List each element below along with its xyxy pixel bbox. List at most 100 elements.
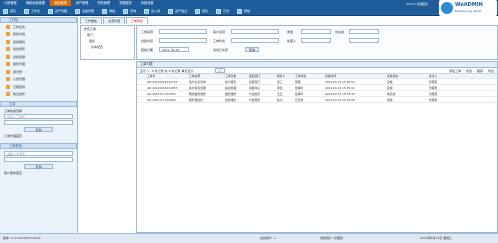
column-header[interactable]: 工单号 (147, 74, 155, 79)
table-cell: 王五 (277, 92, 283, 96)
priority-input[interactable] (349, 29, 379, 34)
search-button[interactable]: 查询 (245, 47, 259, 52)
grid-action-button[interactable]: 导出 (488, 69, 494, 73)
top-nav-item[interactable]: 网络运维管理 (22, 0, 49, 6)
tab-2[interactable]: 工单列表 (126, 17, 149, 24)
sidebar-item[interactable]: 通讯录 (0, 68, 77, 76)
page-input[interactable]: 1 / 1 (215, 68, 225, 77)
ticket-number-input[interactable]: 请输入工单号 (4, 114, 73, 119)
toolbar-button[interactable]: 资产盘点 (165, 8, 190, 15)
extra-input[interactable] (349, 38, 379, 43)
toolbar-label: 资产管理 (55, 9, 68, 13)
column-header[interactable]: 完成状态 (387, 74, 398, 79)
column-header[interactable]: 联系人 (277, 74, 285, 79)
toolbar-label: 报表 (202, 9, 209, 13)
ticket-home-link[interactable]: 工单管理首页 (4, 134, 73, 138)
top-nav-item[interactable]: 资产管理 (72, 0, 93, 6)
service-home-link[interactable]: 客户服务首页 (4, 171, 73, 175)
top-nav-item[interactable]: 运营管理 (49, 0, 71, 6)
handler-input[interactable] (301, 38, 331, 43)
grid-body: 工单号 工单名称 工单分类 发起部门 联系人 工单状态 创建时间 完成状态 提交人 GD.2011… (137, 74, 497, 204)
table-cell: 投诉处理 (225, 86, 237, 90)
ticket-number-input-2[interactable] (4, 120, 73, 125)
sidebar-item[interactable]: 资料管理 (0, 53, 77, 61)
toolbar-button[interactable]: 工作台 (21, 8, 43, 15)
toolbar-button[interactable]: 设备管理 (72, 8, 97, 15)
tab-0[interactable]: 工作面板 (80, 17, 103, 24)
start-date-input[interactable]: 2011-05-16 (159, 47, 189, 52)
toolbar-icon (144, 8, 150, 14)
keyword-input[interactable]: 请输入关键字 (4, 151, 73, 156)
ticket-name-input[interactable] (159, 29, 207, 34)
toolbar-button[interactable]: 网络 (99, 8, 118, 15)
sidebar-item[interactable]: 信息发布 (0, 91, 77, 99)
status-select[interactable] (231, 38, 279, 43)
left-sidebar: 工作区 工作任务 我的文档 我的审批 我的通知 资料管理 邮件管理 通讯录 公告管理 日程安排信… (0, 17, 78, 233)
table-cell: 管理员 (429, 98, 438, 102)
table-cell: 客户信息查询 (189, 80, 206, 84)
table-cell: 2014-04-15 15:32:54 (325, 80, 355, 84)
toolbar-button[interactable]: 报表 (192, 8, 211, 15)
sidebar-item[interactable]: 我的通知 (0, 46, 77, 54)
menu-icon (6, 54, 10, 59)
toolbar-icon (123, 8, 129, 14)
column-header[interactable]: 创建时间 (325, 74, 336, 79)
column-header[interactable]: 工单分类 (225, 74, 236, 79)
version-text: 版本: 2.0.0.20200714193 (3, 236, 41, 240)
table-row[interactable]: GD.2015-01-07DS22 服务器巡检 巡检维护 IT运维部 赵六 已完成 2014… (137, 98, 497, 103)
sidebar-item[interactable]: 公告管理 (0, 76, 77, 84)
grid-action-button[interactable]: 修改 (466, 69, 472, 73)
table-cell: 赵六 (277, 98, 283, 102)
toolbar-button[interactable]: 出入库 (141, 8, 163, 15)
top-nav-item[interactable]: 计划管理 (0, 0, 21, 6)
sidebar-item[interactable]: 邮件管理 (0, 61, 77, 69)
sidebar-item[interactable]: 我的文档 (0, 31, 77, 39)
toolbar-button[interactable]: 帮助 (234, 8, 253, 15)
sidebar-item[interactable]: 日程安排 (0, 83, 77, 91)
toolbar-icon (75, 8, 81, 14)
grid-action-button[interactable]: 添加工单 (449, 69, 461, 73)
table-cell: 2014-04-15 15:35:11 (325, 86, 355, 90)
customer-input[interactable] (231, 29, 279, 34)
table-row[interactable]: GD.2011021443AH53 客户投诉处理 投诉处理 客服中心 李四 处理中 2014… (137, 86, 497, 91)
sidebar-item[interactable]: 我的审批 (0, 38, 77, 46)
keyword-query-button[interactable]: 查询 (24, 164, 53, 169)
table-row[interactable]: GD.2015-01-07DS21 网络故障维修 故障维修 IT运维部 王五 处理中 201… (137, 92, 497, 97)
top-nav-item[interactable]: 流程服务 (115, 0, 136, 6)
top-nav: 计划管理 网络运维管理 运营管理 资产管理 外勤管理 流程服务 系统设置 (0, 0, 159, 7)
table-row[interactable]: GD.2011021443A753 客户信息查询 客户服务 客服部门 张三 受理 2014-… (137, 80, 497, 85)
created-input[interactable] (159, 38, 207, 43)
top-nav-item[interactable]: 系统设置 (137, 0, 158, 6)
sidebar-item[interactable]: 工作任务 (0, 23, 77, 31)
sidebar-item-label: 资料管理 (13, 54, 26, 59)
sidebar-item-label: 公告管理 (13, 77, 26, 82)
quick-query-button[interactable]: 查询 (24, 127, 53, 132)
toolbar-button[interactable]: 资产管理 (45, 8, 70, 15)
table-cell: 已完成 (295, 98, 304, 102)
toolbar-button[interactable]: 首页 (0, 8, 19, 15)
column-header[interactable]: 提交人 (429, 74, 437, 79)
column-header[interactable]: 工单名称 (189, 74, 200, 79)
table-cell: 客服中心 (249, 86, 261, 90)
tree-panel: 所有工单 部门 组织 基本配置 (80, 25, 135, 60)
column-header[interactable]: 工单状态 (295, 74, 306, 79)
grid-actions: 添加工单 修改 删除 导出 (449, 69, 494, 73)
sidebar-item-label: 工作任务 (13, 24, 26, 29)
grid-action-button[interactable]: 删除 (477, 69, 483, 73)
logo: WeADMIN Powered by eSoft (439, 0, 497, 16)
column-header[interactable]: 发起部门 (249, 74, 260, 79)
table-cell: 客服部门 (249, 80, 261, 84)
top-nav-item[interactable]: 外勤管理 (93, 0, 114, 6)
menu-icon (6, 69, 10, 74)
tab-1[interactable]: 资源管理 (103, 17, 126, 24)
sidebar-menu: 工作任务我的文档 我的审批 我的通知 资料管理邮件管理 通讯录 公告管理 日程安排 信息发布 (0, 23, 77, 98)
tree-item[interactable]: 基本配置 (81, 44, 134, 50)
type-input[interactable] (301, 29, 331, 34)
toolbar-button[interactable]: 查询 (120, 8, 139, 15)
keyword-input-2[interactable] (4, 157, 73, 162)
include-closed-checkbox[interactable]: 包含已关闭 (213, 48, 228, 52)
sidebar-item-label: 我的文档 (13, 32, 26, 37)
toolbar-button[interactable]: 日志 (213, 8, 232, 15)
label-created: 创建时间 (141, 39, 154, 43)
toolbar-icon (168, 8, 174, 14)
